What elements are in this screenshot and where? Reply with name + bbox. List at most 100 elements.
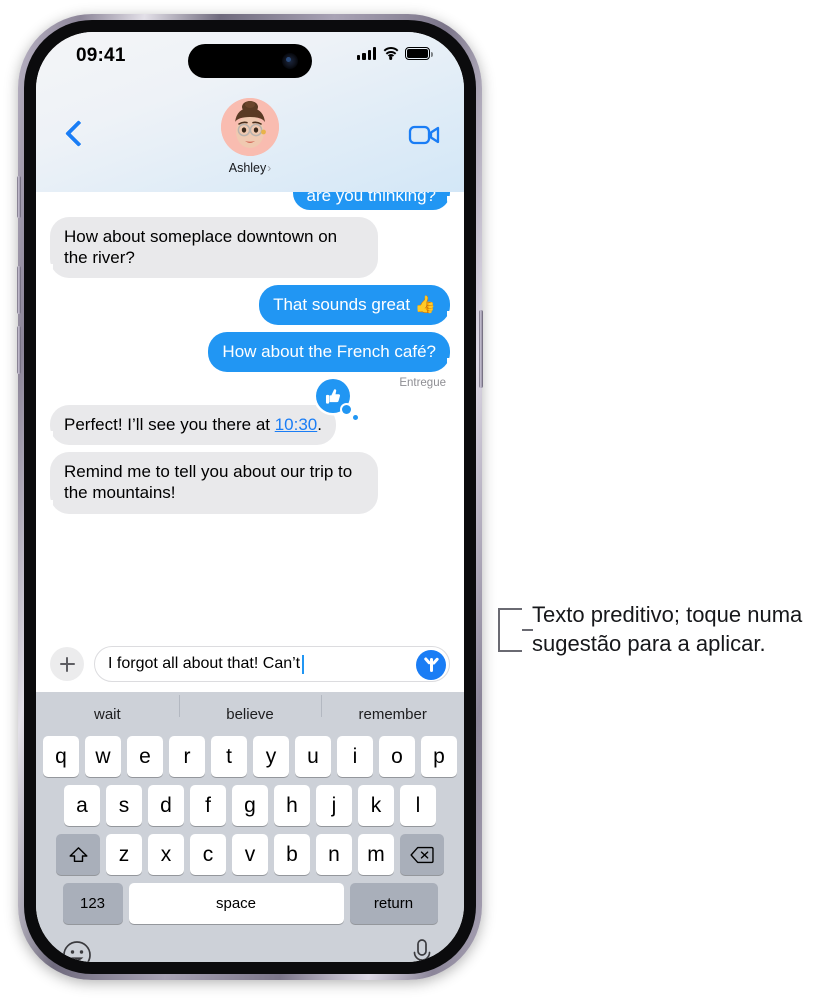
- key-j[interactable]: j: [316, 785, 352, 826]
- message-input-text: I forgot all about that! Can’t: [108, 655, 301, 672]
- key-k[interactable]: k: [358, 785, 394, 826]
- contact-name: Ashley›: [221, 161, 279, 175]
- key-x[interactable]: x: [148, 834, 184, 875]
- callout-bracket: [498, 608, 533, 652]
- key-i[interactable]: i: [337, 736, 373, 777]
- microphone-icon: [413, 939, 431, 962]
- key-q[interactable]: q: [43, 736, 79, 777]
- message-text: Perfect! I’ll see you there at 10:30.: [64, 415, 322, 434]
- key-o[interactable]: o: [379, 736, 415, 777]
- contact-avatar-button[interactable]: Ashley›: [221, 98, 279, 175]
- return-key[interactable]: return: [349, 883, 438, 924]
- dynamic-island: [188, 44, 312, 78]
- key-w[interactable]: w: [85, 736, 121, 777]
- iphone-device-frame: 09:41 Ashley› are you thinking? How abou…: [17, 14, 483, 980]
- message-bubble-outgoing[interactable]: are you thinking?: [292, 192, 458, 210]
- key-b[interactable]: b: [274, 834, 310, 875]
- message-text: That sounds great 👍: [273, 295, 436, 315]
- suggestion-believe[interactable]: believe: [178, 694, 322, 723]
- onscreen-keyboard: wait believe remember q w e r t y u i o …: [36, 692, 464, 962]
- key-z[interactable]: z: [106, 834, 142, 875]
- add-attachment-button[interactable]: [50, 647, 84, 681]
- battery-full-icon: [405, 47, 433, 60]
- key-a[interactable]: a: [64, 785, 100, 826]
- message-text-pre: Perfect! I’ll see you there at: [64, 415, 275, 435]
- time-link[interactable]: 10:30: [275, 415, 318, 434]
- action-button[interactable]: [17, 176, 21, 218]
- message-input-field[interactable]: I forgot all about that! Can’t: [94, 646, 450, 682]
- message-row: Remind me to tell you about our trip to …: [36, 452, 464, 514]
- key-c[interactable]: c: [190, 834, 226, 875]
- power-button[interactable]: [479, 310, 483, 388]
- numbers-key[interactable]: 123: [62, 883, 123, 924]
- message-with-tapback: Perfect! I’ll see you there at 10:30.: [43, 379, 358, 446]
- callout-text: Texto preditivo; toque numa sugestão par…: [532, 602, 803, 657]
- suggestion-remember[interactable]: remember: [321, 694, 464, 723]
- volume-up-button[interactable]: [17, 266, 21, 314]
- key-r[interactable]: r: [169, 736, 205, 777]
- backspace-key[interactable]: [400, 834, 444, 875]
- message-bubble-incoming[interactable]: Perfect! I’ll see you there at 10:30.: [43, 405, 336, 446]
- keyboard-row-2: a s d f g h j k l: [36, 785, 464, 826]
- keyboard-bottom-bar: [36, 932, 464, 962]
- suggestion-wait[interactable]: wait: [36, 706, 179, 723]
- text-cursor: [302, 654, 304, 674]
- facetime-video-button[interactable]: [408, 122, 442, 148]
- message-input-bar: I forgot all about that! Can’t: [36, 636, 464, 692]
- message-bubble-outgoing[interactable]: That sounds great 👍: [259, 285, 457, 326]
- key-g[interactable]: g: [232, 785, 268, 826]
- message-text: How about the French café?: [222, 342, 436, 362]
- key-h[interactable]: h: [274, 785, 310, 826]
- front-camera-icon: [282, 53, 298, 69]
- cellular-bars-icon: [357, 47, 376, 60]
- message-list[interactable]: are you thinking? How about someplace do…: [36, 192, 464, 654]
- dictation-key[interactable]: [410, 938, 434, 962]
- volume-down-button[interactable]: [17, 326, 21, 374]
- key-v[interactable]: v: [232, 834, 268, 875]
- emoji-key[interactable]: [62, 940, 92, 962]
- keyboard-row-3: z x c v b n m: [36, 834, 464, 875]
- predictive-text-bar: wait believe remember: [36, 692, 464, 736]
- shift-arrow-up-icon: [68, 846, 88, 862]
- key-d[interactable]: d: [148, 785, 184, 826]
- message-row: How about the French café?: [36, 332, 464, 373]
- back-button[interactable]: [58, 118, 92, 152]
- send-arrow-up-icon: [430, 658, 433, 672]
- tapback-dot-large: [342, 405, 351, 415]
- message-text: How about someplace downtown on the rive…: [64, 227, 338, 268]
- wifi-icon: [380, 47, 401, 60]
- video-camera-icon: [408, 125, 440, 145]
- message-row: How about someplace downtown on the rive…: [36, 217, 464, 279]
- key-u[interactable]: u: [295, 736, 331, 777]
- tapback-thumbs-up[interactable]: [316, 379, 358, 421]
- chevron-right-icon: ›: [267, 161, 272, 175]
- message-text-post: .: [317, 415, 322, 435]
- key-s[interactable]: s: [106, 785, 142, 826]
- message-text: are you thinking?: [306, 192, 436, 205]
- messages-header: 09:41 Ashley›: [36, 32, 464, 192]
- key-l[interactable]: l: [400, 785, 436, 826]
- key-t[interactable]: t: [211, 736, 247, 777]
- message-bubble-incoming[interactable]: Remind me to tell you about our trip to …: [43, 452, 378, 514]
- key-e[interactable]: e: [127, 736, 163, 777]
- status-bar-clock: 09:41: [76, 45, 126, 66]
- message-bubble-outgoing[interactable]: How about the French café?: [208, 332, 457, 373]
- keyboard-row-1: q w e r t y u i o p: [36, 736, 464, 777]
- send-button[interactable]: [416, 650, 446, 680]
- shift-key[interactable]: [56, 834, 100, 875]
- key-y[interactable]: y: [253, 736, 289, 777]
- contact-name-text: Ashley: [228, 161, 267, 175]
- status-bar: 09:41: [36, 32, 464, 82]
- message-row: Perfect! I’ll see you there at 10:30.: [36, 379, 464, 446]
- key-m[interactable]: m: [358, 834, 394, 875]
- key-p[interactable]: p: [421, 736, 457, 777]
- key-n[interactable]: n: [316, 834, 352, 875]
- message-bubble-incoming[interactable]: How about someplace downtown on the rive…: [43, 217, 378, 279]
- space-key[interactable]: space: [128, 883, 344, 924]
- backspace-delete-icon: [410, 846, 434, 863]
- message-row: That sounds great 👍: [36, 285, 464, 326]
- emoji-smiley-icon: [63, 941, 91, 962]
- key-f[interactable]: f: [190, 785, 226, 826]
- status-bar-icons: [357, 47, 433, 60]
- delivery-status: Entregue: [399, 377, 446, 390]
